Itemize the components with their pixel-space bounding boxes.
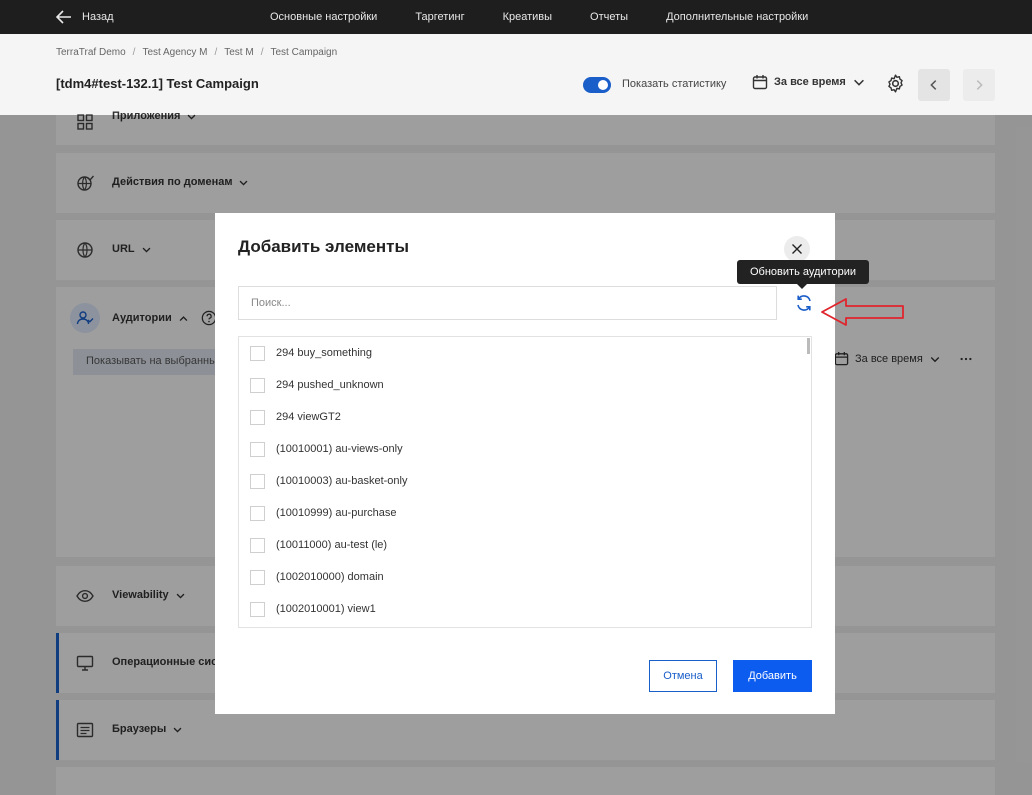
breadcrumb: TerraTraf Demo / Test Agency M / Test M … (56, 47, 337, 58)
list-item[interactable]: (1002010000) domain (239, 561, 799, 593)
checkbox[interactable] (250, 345, 265, 361)
page-title: [tdm4#test-132.1] Test Campaign (56, 76, 259, 91)
period-selector[interactable]: За все время (752, 74, 866, 90)
search-input[interactable] (238, 286, 777, 320)
checkbox[interactable] (250, 601, 265, 617)
breadcrumb-item[interactable]: Test Campaign (270, 47, 337, 58)
breadcrumb-separator: / (214, 47, 218, 58)
chevron-left-icon (930, 80, 937, 90)
list-item[interactable]: (1002010001) view1 (239, 593, 799, 625)
close-icon (792, 244, 802, 254)
previous-button[interactable] (918, 69, 950, 101)
list-item[interactable]: (10010003) au-basket-only (239, 465, 799, 497)
list-item-label: (10010999) au-purchase (276, 507, 397, 519)
breadcrumb-item[interactable]: Test M (224, 47, 253, 58)
period-label: За все время (774, 76, 846, 88)
calendar-icon (752, 75, 768, 90)
modal-title: Добавить элементы (238, 237, 409, 256)
tab-targeting[interactable]: Таргетинг (415, 11, 464, 23)
gear-icon[interactable] (885, 73, 906, 94)
list-item[interactable]: 294 pushed_unknown (239, 369, 799, 401)
list-item-label: (10010003) au-basket-only (276, 475, 408, 487)
list-scrollbar[interactable] (807, 338, 810, 354)
annotation-arrow-icon (821, 298, 904, 326)
breadcrumb-item[interactable]: Test Agency M (142, 47, 207, 58)
tab-additional-settings[interactable]: Дополнительные настройки (666, 11, 808, 23)
show-stats-toggle[interactable] (583, 77, 611, 93)
breadcrumb-separator: / (260, 47, 264, 58)
checkbox[interactable] (250, 569, 265, 585)
list-item-label: (1002010001) view1 (276, 603, 376, 615)
breadcrumb-separator: / (132, 47, 136, 58)
list-item[interactable]: (10010001) au-views-only (239, 433, 799, 465)
list-item-label: (10011000) au-test (le) (276, 539, 388, 551)
chevron-right-icon (976, 80, 983, 90)
chevron-down-icon (853, 79, 864, 86)
show-stats-label: Показать статистику (622, 78, 727, 90)
arrow-left-icon (56, 10, 71, 24)
refresh-icon[interactable] (794, 293, 814, 313)
next-button[interactable] (963, 69, 995, 101)
close-button[interactable] (784, 236, 810, 262)
main-tabs: Основные настройки Таргетинг Креативы От… (270, 0, 846, 34)
add-elements-modal: Добавить элементы Обновить аудитории 294… (215, 213, 869, 714)
list-item[interactable]: (10010999) au-purchase (239, 497, 799, 529)
audience-list: 294 buy_something 294 pushed_unknown 294… (238, 336, 812, 628)
list-item-label: (1002010000) domain (276, 571, 384, 583)
list-item-label: (10010001) au-views-only (276, 443, 403, 455)
checkbox[interactable] (250, 473, 265, 489)
checkbox[interactable] (250, 441, 265, 457)
list-item[interactable]: (10011000) au-test (le) (239, 529, 799, 561)
campaign-header: TerraTraf Demo / Test Agency M / Test M … (0, 34, 1032, 115)
refresh-tooltip: Обновить аудитории (737, 260, 869, 289)
list-item-label: 294 viewGT2 (276, 411, 341, 423)
tab-reports[interactable]: Отчеты (590, 11, 628, 23)
list-item[interactable]: 294 buy_something (239, 337, 799, 369)
checkbox[interactable] (250, 409, 265, 425)
tab-basic-settings[interactable]: Основные настройки (270, 11, 377, 23)
checkbox[interactable] (250, 505, 265, 521)
checkbox[interactable] (250, 377, 265, 393)
breadcrumb-item[interactable]: TerraTraf Demo (56, 47, 126, 58)
list-item-label: 294 buy_something (276, 347, 373, 359)
back-button[interactable]: Назад (56, 0, 114, 34)
checkbox[interactable] (250, 537, 265, 553)
list-item-label: 294 pushed_unknown (276, 379, 384, 391)
back-label: Назад (82, 11, 114, 23)
add-button[interactable]: Добавить (733, 660, 812, 692)
list-item[interactable]: 294 viewGT2 (239, 401, 799, 433)
cancel-button[interactable]: Отмена (649, 660, 717, 692)
top-navigation-bar: Назад Основные настройки Таргетинг Креат… (0, 0, 1032, 34)
tab-creatives[interactable]: Креативы (503, 11, 552, 23)
